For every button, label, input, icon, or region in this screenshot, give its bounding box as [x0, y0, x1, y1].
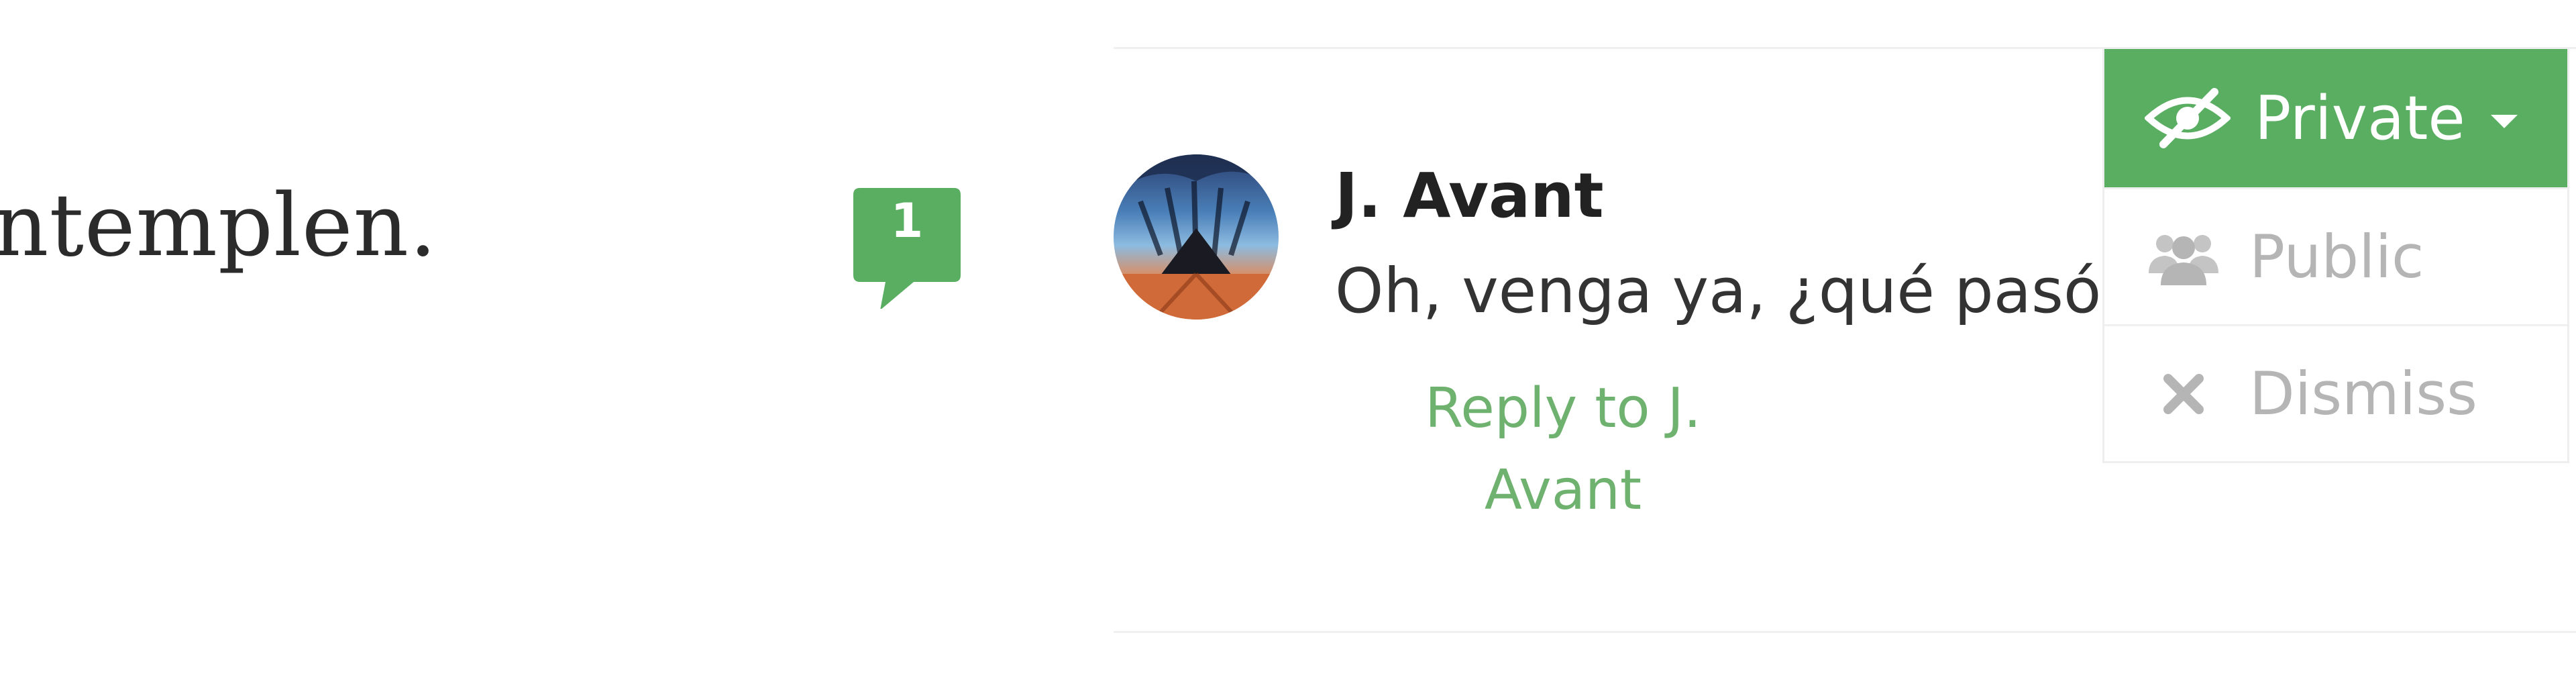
private-label: Private	[2255, 83, 2465, 154]
comment-author[interactable]: J. Avant	[1335, 160, 1604, 232]
close-icon	[2145, 364, 2222, 424]
private-dropdown-button[interactable]: Private	[2104, 49, 2567, 187]
comment-text: Oh, venga ya, ¿qué pasó	[1335, 255, 2102, 327]
visibility-dropdown: Private Public Dismiss	[2102, 47, 2569, 463]
eye-slash-icon	[2145, 88, 2231, 148]
users-icon	[2145, 227, 2222, 287]
dismiss-label: Dismiss	[2249, 359, 2477, 428]
menu-item-dismiss[interactable]: Dismiss	[2104, 324, 2567, 461]
menu-item-public[interactable]: Public	[2104, 187, 2567, 324]
avatar-landscape-icon	[1114, 154, 1279, 320]
chevron-down-icon	[2490, 115, 2518, 128]
avatar[interactable]	[1114, 154, 1279, 320]
article-text: ntemplen.	[0, 176, 437, 276]
divider	[1114, 631, 2576, 633]
public-label: Public	[2249, 222, 2424, 291]
reply-link[interactable]: Reply to J. Avant	[1355, 368, 1771, 532]
comment-count-badge[interactable]: 1	[853, 188, 961, 309]
comment-count: 1	[890, 193, 924, 248]
